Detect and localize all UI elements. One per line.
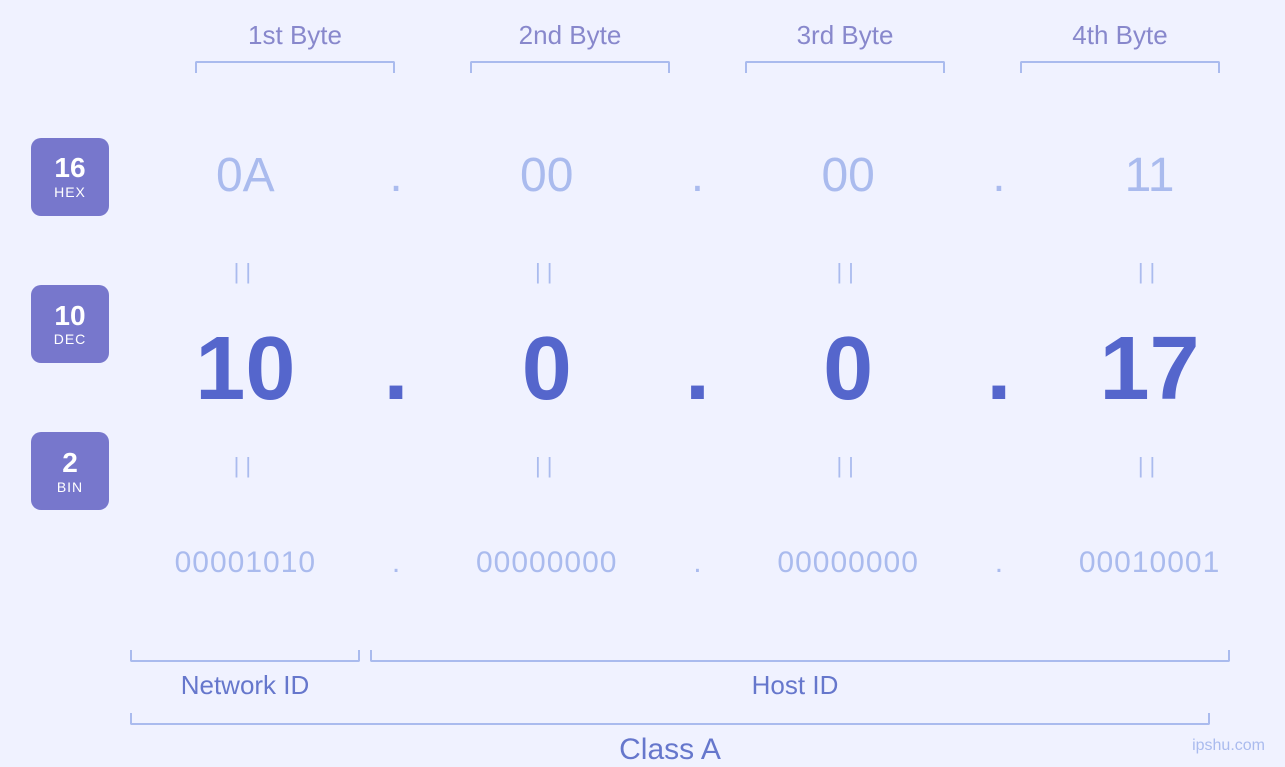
bottom-brackets — [130, 650, 1230, 662]
host-id-bracket — [370, 650, 1230, 662]
dot-bin-2: . — [677, 546, 717, 580]
badge-bin-number: 2 — [62, 448, 78, 479]
dot-hex-1: . — [376, 148, 416, 203]
badge-dec: 10 DEC — [31, 285, 109, 363]
sep5: || — [145, 453, 345, 479]
bin-b4: 00010001 — [1050, 546, 1250, 580]
badge-hex: 16 HEX — [31, 138, 109, 216]
bin-row: 00001010 . 00000000 . 00000000 . — [130, 481, 1265, 645]
content-area: 16 HEX 10 DEC 2 BIN 0A . — [0, 93, 1285, 645]
badge-dec-label: DEC — [54, 331, 87, 347]
bin-b1: 00001010 — [145, 546, 345, 580]
watermark: ipshu.com — [1192, 737, 1265, 755]
sep1: || — [145, 259, 345, 285]
dec-b2: 0 — [447, 318, 647, 421]
host-id-label: Host ID — [360, 670, 1230, 701]
dot-hex-2: . — [677, 148, 717, 203]
main-container: 1st Byte 2nd Byte 3rd Byte 4th Byte 16 H… — [0, 0, 1285, 767]
hex-b4: 11 — [1050, 148, 1250, 203]
sep6: || — [447, 453, 647, 479]
badge-bin: 2 BIN — [31, 432, 109, 510]
bracket-byte1 — [195, 61, 395, 73]
dec-b1: 10 — [145, 318, 345, 421]
dec-b3: 0 — [748, 318, 948, 421]
grid-area: 0A . 00 . 00 . 11 — [130, 93, 1285, 645]
sep3: || — [748, 259, 948, 285]
dot-bin-3: . — [979, 546, 1019, 580]
network-host-labels: Network ID Host ID — [130, 670, 1230, 701]
header-byte2: 2nd Byte — [470, 20, 670, 51]
badges-column: 16 HEX 10 DEC 2 BIN — [0, 93, 130, 645]
hex-b3: 00 — [748, 148, 948, 203]
dot-bin-1: . — [376, 546, 416, 580]
bottom-section: Network ID Host ID Class A — [0, 650, 1285, 767]
bracket-byte2 — [470, 61, 670, 73]
sep8: || — [1050, 453, 1250, 479]
bracket-byte3 — [745, 61, 945, 73]
sep-dec-bin: || || || || — [130, 451, 1265, 481]
badge-hex-label: HEX — [54, 184, 86, 200]
network-id-bracket — [130, 650, 360, 662]
class-bracket — [130, 713, 1210, 725]
badge-dec-number: 10 — [54, 301, 85, 332]
class-label: Class A — [130, 733, 1210, 767]
bin-b3: 00000000 — [748, 546, 948, 580]
bracket-byte4 — [1020, 61, 1220, 73]
dot-dec-1: . — [376, 318, 416, 421]
hex-row: 0A . 00 . 00 . 11 — [130, 93, 1265, 257]
bin-b2: 00000000 — [447, 546, 647, 580]
badge-bin-label: BIN — [57, 479, 83, 495]
sep-hex-dec: || || || || — [130, 257, 1265, 287]
dot-hex-3: . — [979, 148, 1019, 203]
dot-dec-2: . — [677, 318, 717, 421]
header-byte4: 4th Byte — [1020, 20, 1220, 51]
network-id-label: Network ID — [130, 670, 360, 701]
header-byte1: 1st Byte — [195, 20, 395, 51]
byte-headers: 1st Byte 2nd Byte 3rd Byte 4th Byte — [158, 20, 1258, 51]
dec-b4: 17 — [1050, 318, 1250, 421]
badge-hex-number: 16 — [54, 153, 85, 184]
hex-b1: 0A — [145, 148, 345, 203]
sep4: || — [1050, 259, 1250, 285]
top-brackets — [158, 61, 1258, 73]
header-byte3: 3rd Byte — [745, 20, 945, 51]
hex-b2: 00 — [447, 148, 647, 203]
sep7: || — [748, 453, 948, 479]
sep2: || — [447, 259, 647, 285]
dec-row: 10 . 0 . 0 . 17 — [130, 287, 1265, 451]
dot-dec-3: . — [979, 318, 1019, 421]
